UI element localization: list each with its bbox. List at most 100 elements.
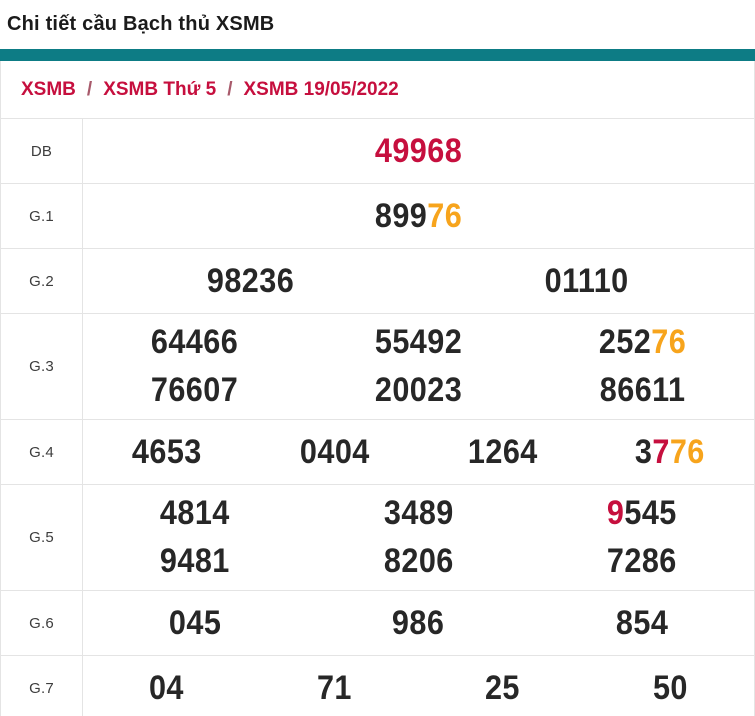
prize-row-values: 64466 55492 25276 76607 20023 86611 (83, 314, 754, 419)
prize-number: 86611 (599, 371, 685, 410)
breadcrumb-separator: / (87, 79, 92, 101)
prize-cell: 20023 (307, 371, 531, 410)
digit-highlight-orange: 76 (670, 433, 705, 471)
prize-row-values: 98236 01110 (83, 249, 754, 313)
prize-cell: 50 (586, 669, 754, 708)
prize-cell: 854 (530, 604, 754, 643)
prize-number: 045 (169, 604, 221, 643)
digit-plain: 4814 (160, 494, 230, 532)
digit-plain: 04 (149, 669, 184, 707)
prize-row-values: 045 986 854 (83, 591, 754, 655)
prize-cell: 98236 (83, 262, 419, 301)
prize-number: 8206 (384, 542, 454, 581)
prize-cell: 9545 (530, 494, 754, 533)
prize-row-g4: G.4 4653 0404 1264 3776 (1, 420, 754, 485)
digit-plain: 045 (169, 604, 221, 642)
prize-line: 49968 (83, 127, 754, 175)
digit-plain: 50 (653, 669, 688, 707)
prize-cell: 0404 (251, 433, 419, 472)
digit-plain: 899 (375, 197, 427, 235)
prize-number: 25 (485, 669, 520, 708)
prize-number: 3489 (384, 494, 454, 533)
prize-cell: 4814 (83, 494, 307, 533)
digit-plain: 76607 (151, 371, 238, 409)
prize-number: 25276 (598, 323, 685, 362)
digit-plain: 3489 (384, 494, 454, 532)
prize-panel: XSMB / XSMB Thứ 5 / XSMB 19/05/2022 DB 49968 G… (0, 61, 755, 716)
prize-table: DB49968G.189976G.29823601110G.3644665549… (1, 119, 754, 716)
prize-number: 01110 (544, 262, 628, 301)
prize-row-label: G.4 (1, 420, 83, 484)
prize-cell: 045 (83, 604, 307, 643)
digit-plain: 55492 (375, 323, 462, 361)
prize-line: 76607 20023 86611 (83, 367, 754, 415)
digit-highlight-crimson: 49968 (375, 132, 462, 170)
prize-number: 89976 (375, 197, 462, 236)
prize-cell: 986 (307, 604, 531, 643)
prize-line: 89976 (83, 192, 754, 240)
prize-row-label: G.5 (1, 485, 83, 590)
prize-number: 7286 (607, 542, 677, 581)
prize-row-label: G.1 (1, 184, 83, 248)
digit-plain: 854 (616, 604, 668, 642)
prize-number: 4653 (132, 433, 202, 472)
prize-cell: 55492 (307, 323, 531, 362)
breadcrumb-link[interactable]: XSMB Thứ 5 (103, 79, 216, 101)
digit-plain: 8206 (384, 542, 454, 580)
prize-cell: 8206 (307, 542, 531, 581)
prize-cell: 3776 (586, 433, 754, 472)
prize-row-values: 89976 (83, 184, 754, 248)
page-title: Chi tiết cầu Bạch thủ XSMB (0, 0, 755, 36)
prize-row-g6: G.6045986854 (1, 591, 754, 656)
breadcrumb-link[interactable]: XSMB (21, 79, 76, 101)
digit-plain: 64466 (151, 323, 238, 361)
prize-row-label: G.7 (1, 656, 83, 716)
prize-row-g7: G.704712550 (1, 656, 754, 716)
prize-cell: 7286 (530, 542, 754, 581)
prize-number: 49968 (375, 132, 462, 171)
breadcrumb-separator: / (227, 79, 232, 101)
prize-row-db: DB 49968 (1, 119, 754, 184)
prize-cell: 89976 (83, 197, 754, 236)
prize-cell: 76607 (83, 371, 307, 410)
prize-cell: 01110 (419, 262, 755, 301)
digit-highlight-orange: 76 (651, 323, 686, 361)
prize-number: 1264 (467, 433, 537, 472)
prize-line: 9481 8206 7286 (83, 538, 754, 586)
prize-cell: 4653 (83, 433, 251, 472)
prize-number: 98236 (207, 262, 294, 301)
prize-cell: 49968 (83, 132, 754, 171)
prize-row-label: G.2 (1, 249, 83, 313)
prize-number: 9545 (607, 494, 677, 533)
prize-row-g2: G.2 98236 01110 (1, 249, 754, 314)
prize-number: 854 (616, 604, 668, 643)
prize-line: 64466 55492 25276 (83, 319, 754, 367)
prize-number: 0404 (300, 433, 370, 472)
prize-line: 4653 0404 1264 3776 (83, 428, 754, 476)
prize-cell: 86611 (530, 371, 754, 410)
prize-number: 76607 (151, 371, 238, 410)
digit-highlight-orange: 76 (427, 197, 462, 235)
prize-row-values: 4653 0404 1264 3776 (83, 420, 754, 484)
page: Chi tiết cầu Bạch thủ XSMB XSMB / XSMB Thứ… (0, 0, 755, 716)
digit-plain: 7286 (607, 542, 677, 580)
prize-row-values: 49968 (83, 119, 754, 183)
prize-cell: 3489 (307, 494, 531, 533)
prize-number: 4814 (160, 494, 230, 533)
prize-number: 55492 (375, 323, 462, 362)
prize-row-g3: G.3644665549225276766072002386611 (1, 314, 754, 420)
digit-plain: 1264 (467, 433, 537, 471)
prize-row-label: DB (1, 119, 83, 183)
digit-plain: 545 (625, 494, 677, 532)
breadcrumb-link[interactable]: XSMB 19/05/2022 (243, 79, 398, 101)
prize-line: 98236 01110 (83, 257, 754, 305)
prize-line: 04712550 (83, 664, 754, 712)
prize-line: 045 986 854 (83, 599, 754, 647)
accent-bar (0, 49, 755, 61)
prize-cell: 25 (419, 669, 587, 708)
prize-number: 64466 (151, 323, 238, 362)
prize-cell: 25276 (530, 323, 754, 362)
prize-cell: 9481 (83, 542, 307, 581)
prize-row-g1: G.1 89976 (1, 184, 754, 249)
digit-plain: 98236 (207, 262, 294, 300)
